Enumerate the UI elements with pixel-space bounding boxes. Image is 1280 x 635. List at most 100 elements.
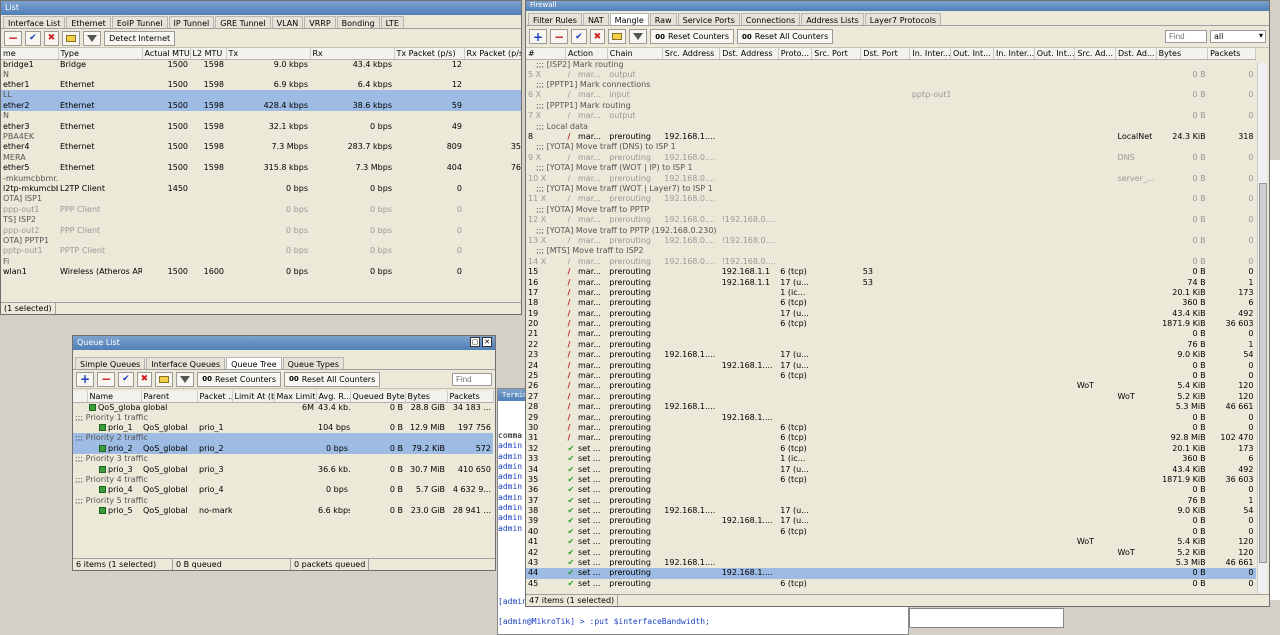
comment-row[interactable]: ;;; [YOTA] Move traff (WOT | IP) to ISP … xyxy=(526,163,1256,173)
interface-tab[interactable]: GRE Tunnel xyxy=(215,16,271,28)
column-header[interactable]: Type xyxy=(58,48,143,60)
column-header[interactable]: Src. Ad... xyxy=(1074,48,1116,60)
table-row[interactable]: 30 / mar... prerouting 6 (tcp) 0 B 0 xyxy=(526,423,1256,433)
column-header[interactable]: Tx Packet (p/s) xyxy=(394,48,465,60)
table-row[interactable]: 18 / mar... prerouting 6 (tcp) 360 B 6 xyxy=(526,298,1256,308)
table-row[interactable]: 5 X / mar... output 0 B 0 xyxy=(526,70,1256,80)
firewall-tab[interactable]: Service Ports xyxy=(677,13,740,25)
table-row[interactable]: 25 / mar... prerouting 6 (tcp) 0 B 0 xyxy=(526,371,1256,381)
table-row[interactable]: PBA4EK xyxy=(1,132,521,142)
column-header[interactable]: Avg. R... xyxy=(316,391,351,403)
table-row[interactable]: wlan1 Wireless (Atheros AR9... 1500 1600 0 b… xyxy=(1,267,521,277)
enable-button[interactable]: ✔ xyxy=(25,30,41,46)
table-row[interactable]: 15 / mar... prerouting 192.168.1.1 6 (tcp) 53… xyxy=(526,267,1256,277)
comment-button[interactable] xyxy=(62,30,81,46)
table-row[interactable]: Fi xyxy=(1,257,521,267)
scrollbar-thumb[interactable] xyxy=(1259,183,1267,563)
column-header[interactable] xyxy=(73,391,88,403)
column-header[interactable]: Src. Port xyxy=(811,48,862,60)
comment-row[interactable]: ;;; Priority 3 traffic xyxy=(73,454,493,464)
table-row[interactable]: 19 / mar... prerouting 17 (u... 43.4 KiB 492 xyxy=(526,308,1256,318)
table-row[interactable]: 6 X / mar... input pptp-out1 0 B 0 xyxy=(526,90,1256,100)
comment-row[interactable]: ;;; [YOTA] Move traff to PPTP xyxy=(526,205,1256,215)
comment-row[interactable]: ;;; Priority 5 traffic xyxy=(73,496,493,506)
maximize-icon[interactable]: ▢ xyxy=(470,337,480,347)
comment-row[interactable]: ;;; [PPTP1] Mark routing xyxy=(526,101,1256,111)
find-input[interactable] xyxy=(452,372,492,386)
column-header[interactable]: In. Inter... xyxy=(993,48,1035,60)
table-row[interactable]: pptp-out1 PPTP Client 0 bps 0 bps 0 xyxy=(1,246,521,256)
table-row[interactable]: 44 ✔ set ... prerouting 192.168.1.... 0 B0 xyxy=(526,568,1256,579)
table-row[interactable]: ether2 Ethernet 1500 1598 428.4 kbps 38.6 kbp… xyxy=(1,100,521,112)
table-row[interactable]: ether1 Ethernet 1500 1598 6.9 kbps 6.4 kbps 12 xyxy=(1,80,521,90)
comment-button[interactable] xyxy=(608,29,627,44)
column-header[interactable]: Actual MTU xyxy=(142,48,191,60)
table-row[interactable]: LL xyxy=(1,90,521,101)
table-row[interactable]: 43 ✔ set ... prerouting 192.168.1.... 5.3 Mi… xyxy=(526,558,1256,568)
table-row[interactable]: 13 X / mar... prerouting 192.168.0.... !192.… xyxy=(526,236,1256,246)
table-row[interactable]: 40 ✔ set ... prerouting 6 (tcp) 0 B 0 xyxy=(526,527,1256,537)
table-row[interactable]: ether4 Ethernet 1500 1598 7.3 Mbps 283.7 kbps… xyxy=(1,142,521,152)
table-row[interactable]: OTA] ISP1 xyxy=(1,194,521,204)
interface-tab[interactable]: VLAN xyxy=(271,16,304,28)
interface-tab[interactable]: Interface List xyxy=(3,16,66,28)
column-header[interactable]: Packets xyxy=(447,391,494,403)
firewall-tab[interactable]: NAT xyxy=(582,13,609,25)
comment-row[interactable]: ;;; [MTS] Move traff to ISP2 xyxy=(526,246,1256,256)
queue-tab[interactable]: Queue Types xyxy=(282,357,344,369)
reset-counters-button[interactable]: 00 Reset Counters xyxy=(650,29,734,44)
column-header[interactable]: Dst. Address xyxy=(719,48,779,60)
table-row[interactable]: 41 ✔ set ... prerouting WoT 5.4 KiB 120 xyxy=(526,537,1256,547)
column-header[interactable]: Out. Int... xyxy=(1034,48,1076,60)
table-row[interactable]: TS] ISP2 xyxy=(1,215,521,225)
column-header[interactable]: Name xyxy=(87,391,142,403)
column-header[interactable]: Chain xyxy=(607,48,663,60)
comment-row[interactable]: ;;; [YOTA] Move traff (DNS) to ISP 1 xyxy=(526,142,1256,152)
column-header[interactable]: Rx xyxy=(310,48,395,60)
add-button[interactable]: + xyxy=(529,29,548,44)
interface-tab[interactable]: Bonding xyxy=(336,16,380,28)
table-row[interactable]: -mkumcbbmr.ru xyxy=(1,173,521,183)
table-row[interactable]: 7 X / mar... output 0 B 0 xyxy=(526,111,1256,121)
table-row[interactable]: 8 / mar... prerouting 192.168.1.... LocalNet… xyxy=(526,132,1256,142)
remove-button[interactable]: − xyxy=(4,30,23,46)
column-header[interactable]: Proto... xyxy=(778,48,813,60)
table-row[interactable]: 22 / mar... prerouting 76 B 1 xyxy=(526,340,1256,350)
comment-row[interactable]: ;;; [YOTA] Move traff to PPTP (192.168.0… xyxy=(526,225,1256,235)
table-row[interactable]: 42 ✔ set ... prerouting WoT 5.2 KiB 120 xyxy=(526,547,1256,557)
column-header[interactable]: Bytes xyxy=(405,391,448,403)
column-header[interactable]: Dst. Port xyxy=(860,48,911,60)
firewall-tab[interactable]: Connections xyxy=(740,13,801,25)
remove-button[interactable]: − xyxy=(550,29,569,44)
firewall-tab[interactable]: Filter Rules xyxy=(528,13,582,25)
table-row[interactable]: 23 / mar... prerouting 192.168.1.... 17 (u..… xyxy=(526,350,1256,360)
table-row[interactable]: ether3 Ethernet 1500 1598 32.1 kbps 0 bps 49 xyxy=(1,121,521,131)
table-row[interactable]: 17 / mar... prerouting 1 (ic... 20.1 KiB 173 xyxy=(526,288,1256,298)
table-row[interactable]: 11 X / mar... prerouting 192.168.0.... 0 B0 xyxy=(526,194,1256,204)
comment-row[interactable]: ;;; [PPTP1] Mark connections xyxy=(526,80,1256,90)
table-row[interactable]: 29 / mar... prerouting 192.168.1.... 0 B 0 xyxy=(526,412,1256,422)
table-row[interactable]: 36 ✔ set ... prerouting 0 B 0 xyxy=(526,485,1256,495)
disable-button[interactable]: ✖ xyxy=(589,29,606,44)
filter-button[interactable] xyxy=(629,29,648,44)
table-row[interactable]: 27 / mar... prerouting WoT 5.2 KiB 120 xyxy=(526,392,1256,402)
table-row[interactable]: QoS_globalglobal 6M 43.4 kb... 0 B 28.8 GiB 3… xyxy=(73,402,493,413)
table-row[interactable]: 14 X / mar... prerouting 192.168.0.... !192.… xyxy=(526,257,1256,267)
table-row[interactable]: 45 ✔ set ... prerouting 6 (tcp) 0 B 0 xyxy=(526,579,1256,589)
column-header[interactable]: Packets xyxy=(1207,48,1256,60)
comment-row[interactable]: ;;; Priority 4 traffic xyxy=(73,475,493,485)
disable-button[interactable]: ✖ xyxy=(136,371,153,387)
column-header[interactable]: Packet ... xyxy=(197,391,233,403)
column-header[interactable]: Limit At (b... xyxy=(232,391,275,403)
find-input[interactable] xyxy=(1165,30,1207,43)
column-header[interactable]: Dst. Ad... xyxy=(1115,48,1157,60)
filter-button[interactable] xyxy=(83,30,102,46)
column-header[interactable]: Src. Address xyxy=(662,48,721,60)
remove-button[interactable]: − xyxy=(97,371,116,387)
column-header[interactable]: Bytes xyxy=(1156,48,1209,60)
column-header[interactable]: In. Inter... xyxy=(909,48,951,60)
column-header[interactable]: me xyxy=(1,48,59,60)
comment-row[interactable]: ;;; [ISP2] Mark routing xyxy=(526,59,1256,70)
table-row[interactable]: prio_1 QoS_global prio_1 104 bps 0 B 12.9 MiB… xyxy=(73,423,493,433)
queue-tab[interactable]: Queue Tree xyxy=(226,357,282,369)
